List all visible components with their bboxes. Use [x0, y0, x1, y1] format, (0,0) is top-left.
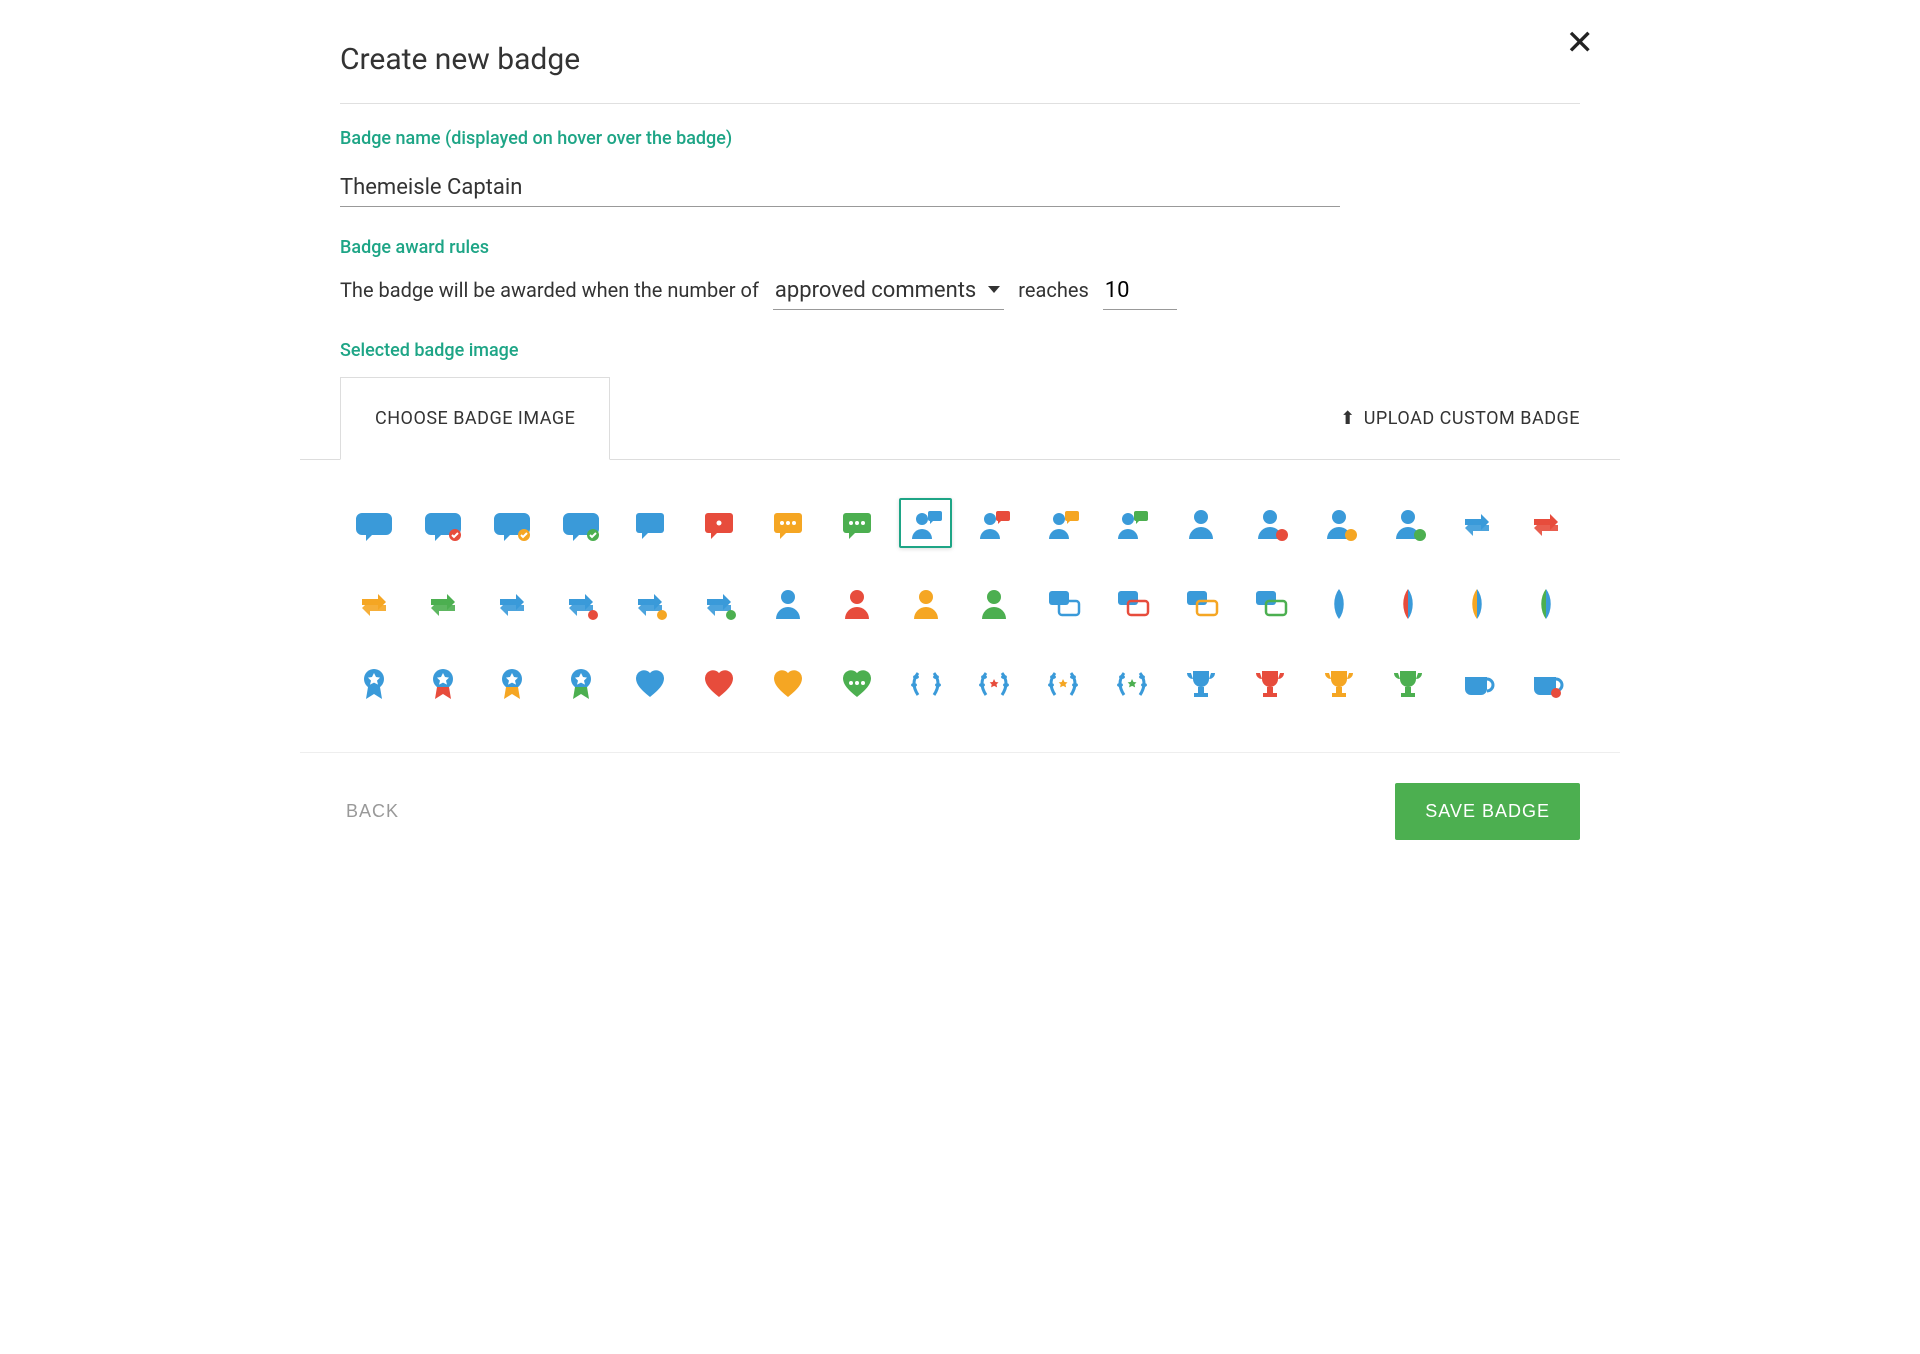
- badge-name-input[interactable]: [340, 165, 1340, 207]
- badge-option-speech-square-dots-o[interactable]: [761, 498, 814, 548]
- badge-option-users-cycle-o[interactable]: [899, 578, 952, 628]
- badge-option-speech-square-dots-g[interactable]: [830, 498, 883, 548]
- badge-option-users-cycle-g[interactable]: [968, 578, 1021, 628]
- badge-option-heart-blue[interactable]: [624, 658, 677, 708]
- badge-option-user-chat-green[interactable]: [1106, 498, 1159, 548]
- upload-icon: ⬆: [1340, 410, 1356, 428]
- badge-option-leaf-red[interactable]: [1381, 578, 1434, 628]
- badge-option-user-x-red[interactable]: [1244, 498, 1297, 548]
- badge-option-chats-blue[interactable]: [1037, 578, 1090, 628]
- divider: [340, 103, 1580, 104]
- modal-footer: BACK SAVE BADGE: [300, 752, 1620, 880]
- badge-option-speech-bubble-check-o[interactable]: [486, 498, 539, 548]
- badge-option-trophy-red[interactable]: [1244, 658, 1297, 708]
- badge-option-users-cycle-b[interactable]: [761, 578, 814, 628]
- badge-option-arrows-swap-dot-o[interactable]: [624, 578, 677, 628]
- badge-option-laurel-blue[interactable]: [899, 658, 952, 708]
- badge-option-arrows-swap-red[interactable]: [1519, 498, 1572, 548]
- badge-option-speech-square[interactable]: [624, 498, 677, 548]
- badge-option-chats-red-outline[interactable]: [1106, 578, 1159, 628]
- close-icon[interactable]: ✕: [1566, 26, 1595, 60]
- rule-threshold-input[interactable]: [1103, 274, 1177, 310]
- back-button[interactable]: BACK: [340, 787, 405, 836]
- badge-option-chats-orange-outline[interactable]: [1175, 578, 1228, 628]
- badge-option-user-blue[interactable]: [1175, 498, 1228, 548]
- badge-option-arrows-swap-dot-r[interactable]: [555, 578, 608, 628]
- badge-option-arrows-swap-b2[interactable]: [486, 578, 539, 628]
- rule-prefix-text: The badge will be awarded when the numbe…: [340, 278, 759, 302]
- badge-option-ribbon-star-o[interactable]: [486, 658, 539, 708]
- badge-option-arrows-swap-green[interactable]: [417, 578, 470, 628]
- badge-icon-grid: [340, 460, 1580, 712]
- badge-option-leaf-orange[interactable]: [1450, 578, 1503, 628]
- badge-option-speech-bubble-x[interactable]: [417, 498, 470, 548]
- badge-option-ribbon-star-g[interactable]: [555, 658, 608, 708]
- badge-option-user-chat-red[interactable]: [968, 498, 1021, 548]
- badge-option-speech-bubble-check-g[interactable]: [555, 498, 608, 548]
- badge-option-leaf-green[interactable]: [1519, 578, 1572, 628]
- create-badge-modal: ✕ Create new badge Badge name (displayed…: [300, 0, 1620, 880]
- badge-option-ribbon-star-r[interactable]: [417, 658, 470, 708]
- badge-option-laurel-star-2[interactable]: [1037, 658, 1090, 708]
- upload-label: UPLOAD CUSTOM BADGE: [1364, 408, 1580, 429]
- badge-option-speech-square-dot[interactable]: [692, 498, 745, 548]
- badge-option-heart-orange[interactable]: [761, 658, 814, 708]
- upload-custom-badge-button[interactable]: ⬆ UPLOAD CUSTOM BADGE: [1340, 378, 1580, 459]
- badge-option-user-check-g[interactable]: [1381, 498, 1434, 548]
- tab-choose-image[interactable]: CHOOSE BADGE IMAGE: [340, 377, 610, 460]
- save-badge-button[interactable]: SAVE BADGE: [1395, 783, 1580, 840]
- badge-option-mug-blue[interactable]: [1450, 658, 1503, 708]
- badge-option-user-chat-blue[interactable]: [899, 498, 952, 548]
- image-tab-bar: CHOOSE BADGE IMAGE ⬆ UPLOAD CUSTOM BADGE: [300, 377, 1620, 460]
- award-rules-label: Badge award rules: [340, 237, 1580, 258]
- badge-option-laurel-star-3[interactable]: [1106, 658, 1159, 708]
- badge-option-heart-red[interactable]: [692, 658, 745, 708]
- modal-title: Create new badge: [340, 42, 1580, 77]
- badge-option-mug-red[interactable]: [1519, 658, 1572, 708]
- badge-option-user-clock-o[interactable]: [1312, 498, 1365, 548]
- rule-metric-select[interactable]: approved comments: [773, 274, 1004, 310]
- rule-metric-value: approved comments: [775, 278, 976, 303]
- badge-option-trophy-blue[interactable]: [1175, 658, 1228, 708]
- badge-option-users-cycle-r[interactable]: [830, 578, 883, 628]
- badge-option-heart-green-dots[interactable]: [830, 658, 883, 708]
- badge-option-user-chat-orange[interactable]: [1037, 498, 1090, 548]
- badge-option-arrows-swap-orange[interactable]: [348, 578, 401, 628]
- badge-option-leaf-blue[interactable]: [1312, 578, 1365, 628]
- badge-name-label: Badge name (displayed on hover over the …: [340, 128, 1580, 149]
- badge-option-chats-green-outline[interactable]: [1244, 578, 1297, 628]
- badge-option-trophy-green[interactable]: [1381, 658, 1434, 708]
- award-rule-row: The badge will be awarded when the numbe…: [340, 274, 1580, 310]
- badge-option-arrows-swap-blue[interactable]: [1450, 498, 1503, 548]
- badge-option-arrows-swap-dot-g[interactable]: [692, 578, 745, 628]
- badge-option-laurel-star-1[interactable]: [968, 658, 1021, 708]
- badge-option-speech-bubble[interactable]: [348, 498, 401, 548]
- rule-reaches-text: reaches: [1018, 278, 1089, 302]
- selected-image-label: Selected badge image: [340, 340, 1580, 361]
- badge-option-ribbon-star-b[interactable]: [348, 658, 401, 708]
- badge-option-trophy-orange[interactable]: [1312, 658, 1365, 708]
